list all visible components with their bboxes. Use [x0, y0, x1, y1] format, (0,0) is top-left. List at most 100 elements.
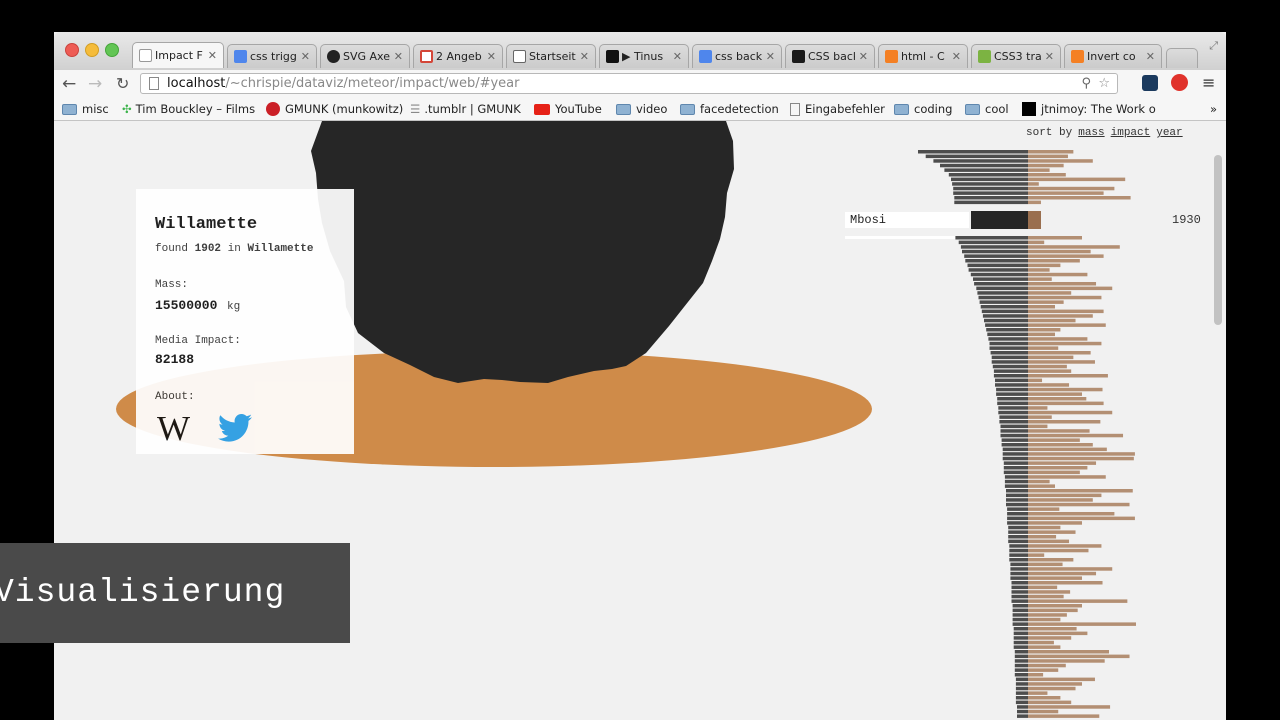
close-tab-icon[interactable]: ✕ — [1045, 50, 1054, 63]
impact-bar — [1028, 682, 1082, 686]
mass-bar — [954, 196, 1028, 200]
forward-arrow-icon[interactable]: → — [88, 74, 102, 94]
close-window-button[interactable] — [65, 43, 79, 57]
address-bar[interactable]: localhost/~chrispie/dataviz/meteor/impac… — [140, 73, 1118, 94]
zoom-window-button[interactable] — [105, 43, 119, 57]
bookmark-eingabefehler[interactable]: Eingabefehler — [790, 102, 885, 116]
mass-bar — [1011, 590, 1028, 594]
tab-title: css back — [715, 50, 762, 63]
tab-css-trigger[interactable]: css trigg ✕ — [227, 44, 317, 68]
mass-bar — [933, 159, 1028, 163]
tab-invert-colors[interactable]: Invert co ✕ — [1064, 44, 1162, 68]
bookmark-coding[interactable]: coding — [894, 102, 952, 116]
tab-css-background[interactable]: css back ✕ — [692, 44, 782, 68]
fullscreen-icon[interactable]: ⤢ — [1209, 39, 1218, 53]
impact-bar — [1028, 475, 1106, 479]
impact-bar — [1028, 484, 1055, 488]
tab-tinus[interactable]: ▶ Tinus ✕ — [599, 44, 689, 68]
tab-impact[interactable]: Impact F ✕ — [132, 42, 224, 68]
tab-gmail[interactable]: 2 Angeb ✕ — [413, 44, 503, 68]
zoom-icon[interactable]: ⚲ — [1081, 74, 1091, 93]
tab-css3-transitions[interactable]: CSS3 tra ✕ — [971, 44, 1061, 68]
mass-bar — [1017, 714, 1028, 718]
highlight-name[interactable]: Mbosi — [850, 213, 886, 227]
bookmark-youtube[interactable]: YouTube — [534, 102, 602, 116]
highlight-year: 1930 — [1172, 213, 1201, 227]
slide-caption: Visualisierung — [0, 574, 286, 611]
close-tab-icon[interactable]: ✕ — [673, 50, 682, 63]
page-icon — [149, 77, 159, 90]
mass-bar — [953, 191, 1028, 195]
impact-bar — [1028, 663, 1066, 668]
new-tab-button[interactable] — [1166, 48, 1198, 68]
bookmark-cool[interactable]: cool — [965, 102, 1009, 116]
mass-bar — [1015, 682, 1028, 686]
mass-bar — [968, 268, 1028, 272]
impact-bar — [1028, 341, 1102, 346]
back-arrow-icon[interactable]: ← — [62, 74, 76, 94]
mass-bar — [990, 351, 1028, 355]
mass-bar — [1014, 673, 1028, 677]
impact-bar — [1028, 397, 1087, 401]
play-icon — [606, 50, 619, 63]
menu-icon[interactable]: ≡ — [1202, 73, 1215, 92]
mass-bar — [967, 263, 1028, 268]
impact-bar — [1028, 159, 1093, 163]
close-tab-icon[interactable]: ✕ — [580, 50, 589, 63]
mass-bar — [995, 378, 1028, 383]
star-icon[interactable]: ☆ — [1098, 74, 1110, 93]
close-tab-icon[interactable]: ✕ — [301, 50, 310, 63]
impact-bar — [1028, 168, 1050, 172]
mass-bar — [1014, 663, 1028, 668]
impact-bar — [1028, 424, 1048, 429]
impact-bar — [1028, 410, 1113, 415]
bookmark-video[interactable]: video — [616, 102, 667, 116]
impact-bar — [1028, 539, 1070, 544]
close-tab-icon[interactable]: ✕ — [1146, 50, 1155, 63]
tab-css-back[interactable]: CSS back ✕ — [785, 44, 875, 68]
impact-bar — [1028, 150, 1074, 154]
close-tab-icon[interactable]: ✕ — [394, 50, 403, 63]
impact-bar — [1028, 456, 1134, 461]
bookmark-misc[interactable]: misc — [62, 102, 109, 116]
impact-bar — [1028, 351, 1091, 355]
close-tab-icon[interactable]: ✕ — [208, 49, 217, 62]
tab-title: CSS back — [808, 50, 855, 63]
bookmark-tim-bouckley[interactable]: ✣ Tim Bouckley – Films — [122, 102, 255, 116]
mass-bar — [1015, 700, 1028, 705]
adblock-icon[interactable] — [1171, 74, 1188, 91]
tab-startseite[interactable]: Startseit ✕ — [506, 44, 596, 68]
bookmarks-overflow-button[interactable]: » — [1210, 102, 1217, 116]
reload-icon[interactable]: ↻ — [116, 74, 129, 93]
bookmark-jtnimoy[interactable]: jtnimoy: The Work o — [1022, 102, 1156, 116]
bookmark-gmunk[interactable]: GMUNK (munkowitz) — [266, 102, 403, 116]
extension-icon[interactable] — [1142, 75, 1158, 91]
mass-bar — [1010, 576, 1028, 580]
google-icon — [234, 50, 247, 63]
mass-bar — [1014, 650, 1028, 654]
impact-bar — [1028, 673, 1044, 677]
mass-bar — [997, 397, 1028, 401]
close-tab-icon[interactable]: ✕ — [952, 50, 961, 63]
lines-icon: ☰ — [410, 102, 421, 116]
close-tab-icon[interactable]: ✕ — [859, 50, 868, 63]
mass-bar — [1007, 512, 1028, 516]
tab-html[interactable]: html - C ✕ — [878, 44, 968, 68]
mass-bar — [985, 323, 1028, 327]
browser-toolbar: ← → ↻ localhost/~chrispie/dataviz/meteor… — [54, 70, 1226, 98]
mass-bar — [987, 332, 1028, 337]
tab-svg-axes[interactable]: SVG Axe ✕ — [320, 44, 410, 68]
page-icon — [139, 49, 152, 62]
bookmark-facedetection[interactable]: facedetection — [680, 102, 779, 116]
mass-bar — [1006, 489, 1028, 493]
bookmark-tumblr-gmunk[interactable]: ☰ .tumblr | GMUNK — [410, 102, 521, 116]
impact-bar — [1028, 498, 1093, 502]
scrollbar-thumb[interactable] — [1214, 155, 1222, 325]
close-tab-icon[interactable]: ✕ — [487, 50, 496, 63]
github-icon — [327, 50, 340, 63]
impact-bar — [1028, 360, 1095, 364]
minimize-window-button[interactable] — [85, 43, 99, 57]
close-tab-icon[interactable]: ✕ — [766, 50, 775, 63]
impact-bar — [1028, 401, 1104, 406]
mass-bar — [952, 182, 1028, 186]
